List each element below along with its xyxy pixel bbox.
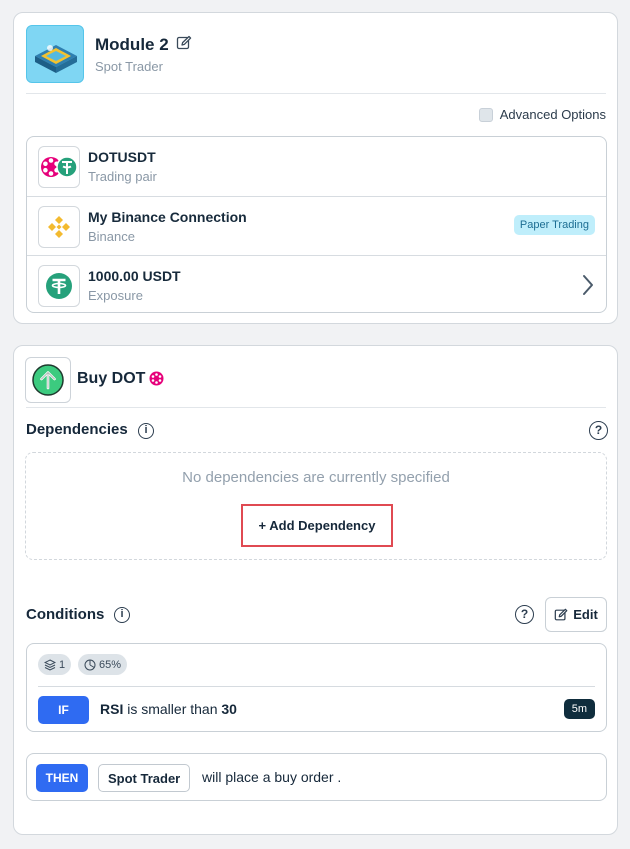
condition-value: 30: [221, 701, 237, 717]
action-card: Buy DOT Dependencies i ? No dependencies…: [13, 345, 618, 835]
info-icon[interactable]: i: [114, 607, 130, 623]
spot-trader-chip[interactable]: Spot Trader: [98, 764, 191, 792]
help-icon[interactable]: ?: [515, 605, 534, 624]
module-isometric-icon: [26, 25, 84, 83]
connection-row[interactable]: My Binance Connection Binance Paper Trad…: [27, 196, 606, 255]
module-summary-list: DOTUSDT Trading pair My Binance Connecti…: [26, 136, 607, 313]
layers-count: 1: [59, 658, 66, 671]
exposure-row[interactable]: 1000.00 USDT Exposure: [27, 255, 606, 312]
condition-group: 1 65% IF RSI is smaller than 30 5m: [26, 643, 607, 732]
pie-chart-icon: [84, 659, 96, 670]
layers-count-pill: 1: [38, 654, 72, 675]
chevron-right-icon[interactable]: [582, 274, 594, 296]
dot-usdt-pair-icon: [38, 146, 80, 188]
paper-trading-badge: Paper Trading: [513, 215, 595, 235]
layers-icon: [44, 658, 56, 671]
exposure-subtitle: Exposure: [88, 288, 143, 303]
binance-icon: [38, 206, 80, 248]
then-action-row: THEN Spot Trader will place a buy order …: [26, 753, 607, 801]
trading-pair-row[interactable]: DOTUSDT Trading pair: [27, 137, 606, 196]
percent-pill: 65%: [78, 654, 128, 675]
percent-value: 65%: [99, 658, 122, 671]
divider: [26, 407, 606, 408]
advanced-options-toggle[interactable]: Advanced Options: [478, 107, 606, 122]
pencil-edit-icon[interactable]: [176, 35, 192, 51]
if-badge: IF: [38, 696, 89, 724]
exposure-title: 1000.00 USDT: [88, 268, 181, 284]
advanced-options-label: Advanced Options: [499, 107, 606, 122]
then-action-text: will place a buy order .: [202, 769, 342, 785]
polkadot-icon: [149, 371, 164, 386]
dependencies-title: Dependencies: [26, 421, 128, 438]
condition-text: RSI is smaller than 30: [100, 701, 237, 717]
indicator-name: RSI: [100, 701, 124, 717]
module-subtitle: Spot Trader: [95, 59, 163, 74]
conditions-title: Conditions: [26, 606, 105, 623]
info-icon[interactable]: i: [138, 423, 154, 439]
condition-operator: is smaller than: [127, 701, 218, 717]
pencil-edit-icon: [554, 608, 568, 620]
then-badge: THEN: [36, 764, 88, 792]
tether-icon: [38, 265, 80, 307]
dependencies-empty-box: No dependencies are currently specified …: [25, 452, 607, 560]
trading-pair-subtitle: Trading pair: [88, 169, 157, 184]
connection-title: My Binance Connection: [88, 209, 247, 225]
trading-pair-title: DOTUSDT: [88, 149, 156, 165]
advanced-options-checkbox[interactable]: [478, 107, 493, 122]
edit-conditions-button[interactable]: Edit: [545, 597, 607, 632]
add-dependency-button[interactable]: + Add Dependency: [241, 504, 393, 547]
edit-label: Edit: [573, 607, 598, 622]
dependencies-empty-text: No dependencies are currently specified: [182, 469, 450, 486]
connection-subtitle: Binance: [88, 229, 135, 244]
divider: [38, 686, 595, 687]
module-title: Module 2: [95, 35, 169, 54]
buy-arrow-up-icon: [25, 357, 71, 403]
timeframe-badge: 5m: [563, 699, 595, 719]
divider: [26, 93, 606, 94]
help-icon[interactable]: ?: [589, 421, 608, 440]
action-title: Buy DOT: [77, 370, 146, 387]
module-card: Module 2 Spot Trader Advanced Options DO…: [13, 12, 618, 324]
